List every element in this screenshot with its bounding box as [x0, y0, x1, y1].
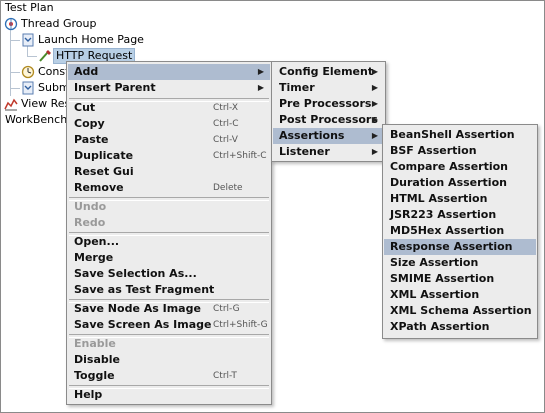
tree-item-label: View Res: [21, 97, 71, 110]
tree-item-launch-home-page[interactable]: Launch Home Page: [38, 32, 144, 48]
submenu-arrow-icon: ▶: [371, 115, 378, 124]
menu-item-xml-schema-assertion[interactable]: XML Schema Assertion: [384, 303, 536, 319]
menu-item-disable[interactable]: Disable: [68, 352, 270, 368]
menu-item-reset-gui[interactable]: Reset Gui: [68, 164, 270, 180]
tree-item-workbench[interactable]: WorkBench: [5, 112, 67, 128]
menu-item-merge[interactable]: Merge: [68, 250, 270, 266]
submenu-arrow-icon: ▶: [371, 131, 378, 140]
menu-item-add[interactable]: Add ▶: [68, 64, 270, 80]
tree-item-label: Subm: [38, 81, 70, 94]
sampler-icon: [39, 50, 51, 62]
menu-item-listener[interactable]: Listener ▶: [273, 144, 384, 160]
tree-item-label: Launch Home Page: [38, 33, 144, 46]
menu-item-size-assertion[interactable]: Size Assertion: [384, 255, 536, 271]
tree-guide-line: [27, 46, 28, 56]
menu-item-compare-assertion[interactable]: Compare Assertion: [384, 159, 536, 175]
menu-item-cut[interactable]: Cut Ctrl-X: [68, 100, 270, 116]
menu-item-open[interactable]: Open...: [68, 234, 270, 250]
add-submenu: Config Element ▶ Timer ▶ Pre Processors …: [271, 61, 386, 162]
listener-icon: [4, 98, 18, 111]
menu-item-insert-parent[interactable]: Insert Parent ▶: [68, 80, 270, 96]
menu-item-copy[interactable]: Copy Ctrl-C: [68, 116, 270, 132]
tree-item-label: Const: [38, 65, 70, 78]
tree-guide-line: [10, 88, 20, 89]
menu-item-duplicate[interactable]: Duplicate Ctrl+Shift-C: [68, 148, 270, 164]
tree-item-label: Test Plan: [5, 1, 54, 14]
submenu-arrow-icon: ▶: [257, 67, 264, 76]
menu-item-save-selection-as[interactable]: Save Selection As...: [68, 266, 270, 282]
context-menu: Add ▶ Insert Parent ▶ Cut Ctrl-X Copy Ct…: [66, 61, 272, 405]
menu-item-md5hex-assertion[interactable]: MD5Hex Assertion: [384, 223, 536, 239]
menu-item-config-element[interactable]: Config Element ▶: [273, 64, 384, 80]
menu-item-enable: Enable: [74, 337, 116, 350]
tree-guide-line: [10, 72, 20, 73]
menu-item-save-as-test-fragment[interactable]: Save as Test Fragment: [68, 282, 270, 298]
submenu-arrow-icon: ▶: [371, 67, 378, 76]
menu-item-help[interactable]: Help: [68, 387, 270, 403]
submenu-arrow-icon: ▶: [257, 83, 264, 92]
menu-item-xml-assertion[interactable]: XML Assertion: [384, 287, 536, 303]
tree-item-test-plan[interactable]: Test Plan: [5, 0, 54, 16]
menu-item-beanshell-assertion[interactable]: BeanShell Assertion: [384, 127, 536, 143]
submenu-arrow-icon: ▶: [371, 99, 378, 108]
menu-item-undo: Undo: [74, 200, 107, 213]
timer-icon: [21, 65, 35, 79]
menu-item-assertions[interactable]: Assertions ▶: [273, 128, 384, 144]
menu-item-response-assertion[interactable]: Response Assertion: [384, 239, 536, 255]
tree-item-thread-group[interactable]: Thread Group: [21, 16, 96, 32]
submenu-arrow-icon: ▶: [371, 83, 378, 92]
menu-item-pre-processors[interactable]: Pre Processors ▶: [273, 96, 384, 112]
menu-item-toggle[interactable]: Toggle Ctrl-T: [68, 368, 270, 384]
menu-item-xpath-assertion[interactable]: XPath Assertion: [384, 319, 536, 335]
menu-item-duration-assertion[interactable]: Duration Assertion: [384, 175, 536, 191]
controller-icon: [22, 81, 34, 95]
menu-item-redo: Redo: [74, 216, 106, 229]
tree-item-label: WorkBench: [5, 113, 68, 126]
menu-item-save-screen-as-image[interactable]: Save Screen As Image Ctrl+Shift-G: [68, 317, 270, 333]
tree-item-constant-timer[interactable]: Const: [38, 64, 69, 80]
menu-item-bsf-assertion[interactable]: BSF Assertion: [384, 143, 536, 159]
menu-item-html-assertion[interactable]: HTML Assertion: [384, 191, 536, 207]
tree-item-submit[interactable]: Subm: [38, 80, 70, 96]
tree-guide-line: [27, 56, 37, 57]
controller-icon: [22, 33, 34, 47]
assertions-submenu: BeanShell Assertion BSF Assertion Compar…: [382, 124, 538, 339]
submenu-arrow-icon: ▶: [371, 147, 378, 156]
thread-group-icon: [4, 17, 18, 31]
tree-item-label: Thread Group: [21, 17, 97, 30]
menu-item-paste[interactable]: Paste Ctrl-V: [68, 132, 270, 148]
menu-item-smime-assertion[interactable]: SMIME Assertion: [384, 271, 536, 287]
tree-guide-line: [10, 40, 20, 41]
menu-item-jsr223-assertion[interactable]: JSR223 Assertion: [384, 207, 536, 223]
menu-item-remove[interactable]: Remove Delete: [68, 180, 270, 196]
menu-item-post-processors[interactable]: Post Processors ▶: [273, 112, 384, 128]
tree-item-view-results[interactable]: View Res: [21, 96, 70, 112]
menu-item-timer[interactable]: Timer ▶: [273, 80, 384, 96]
menu-item-save-node-as-image[interactable]: Save Node As Image Ctrl-G: [68, 301, 270, 317]
